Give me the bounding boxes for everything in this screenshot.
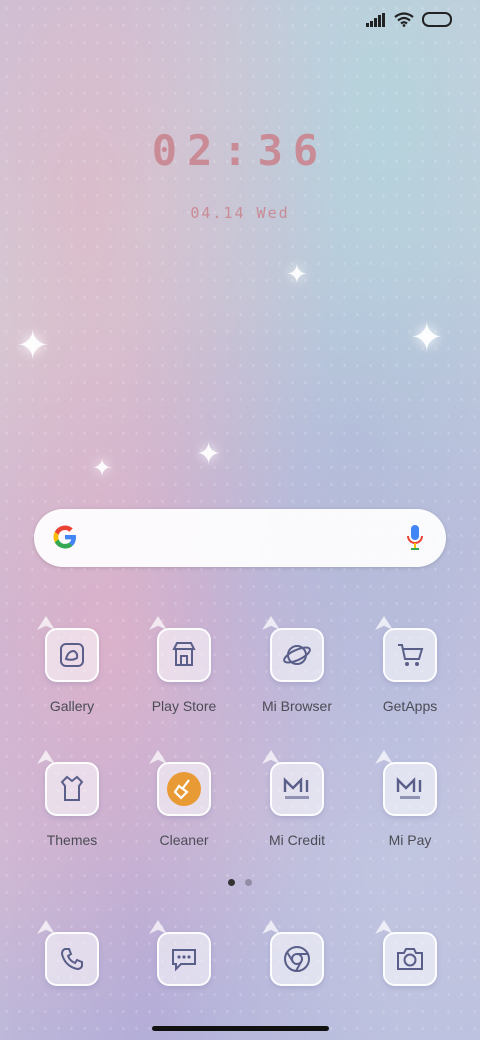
app-label: Mi Credit: [268, 832, 325, 848]
sparkle-icon: ✦: [16, 323, 50, 369]
google-g-icon: [53, 525, 76, 549]
sparkle-icon: ✦: [92, 454, 113, 482]
home-gesture-bar[interactable]: [152, 1026, 329, 1031]
app-mi-pay[interactable]: Mi Pay: [350, 762, 470, 848]
sparkle-icon: ✦: [286, 260, 308, 290]
page-indicator[interactable]: [0, 879, 480, 886]
dress-icon: [45, 762, 99, 816]
wifi-icon: [394, 12, 414, 27]
app-themes[interactable]: Themes: [12, 762, 132, 848]
app-cleaner[interactable]: Cleaner: [124, 762, 244, 848]
app-mi-browser[interactable]: Mi Browser: [237, 628, 357, 714]
app-label: GetApps: [382, 698, 438, 714]
page-dot-2[interactable]: [245, 879, 252, 886]
shopping-cart-icon: [383, 628, 437, 682]
app-label: Play Store: [151, 698, 217, 714]
clock-time[interactable]: 02:36: [0, 126, 480, 175]
signal-bars-icon: [366, 12, 385, 27]
camera-icon: [383, 932, 437, 986]
chrome-icon: [270, 932, 324, 986]
clock-date[interactable]: 04.14 Wed: [0, 204, 480, 222]
dock-phone[interactable]: [12, 932, 132, 986]
google-search-bar[interactable]: [34, 509, 446, 567]
mi-credit-icon: [270, 762, 324, 816]
dock-camera[interactable]: [350, 932, 470, 986]
messages-icon: [157, 932, 211, 986]
broom-icon: [157, 762, 211, 816]
mi-pay-icon: [383, 762, 437, 816]
app-gallery[interactable]: Gallery: [12, 628, 132, 714]
app-label: Mi Pay: [388, 832, 432, 848]
phone-icon: [45, 932, 99, 986]
sparkle-icon: ✦: [196, 437, 222, 472]
battery-icon: [422, 12, 452, 27]
app-play-store[interactable]: Play Store: [124, 628, 244, 714]
planet-icon: [270, 628, 324, 682]
dock-messages[interactable]: [124, 932, 244, 986]
dock-chrome[interactable]: [237, 932, 357, 986]
app-label: Cleaner: [159, 832, 209, 848]
app-getapps[interactable]: GetApps: [350, 628, 470, 714]
status-bar: [366, 12, 452, 27]
sparkle-icon: ✦: [410, 315, 444, 361]
page-dot-1[interactable]: [228, 879, 235, 886]
microphone-icon[interactable]: [406, 524, 424, 552]
gallery-icon: [45, 628, 99, 682]
app-label: Gallery: [49, 698, 95, 714]
play-store-icon: [157, 628, 211, 682]
app-label: Mi Browser: [261, 698, 332, 714]
app-mi-credit[interactable]: Mi Credit: [237, 762, 357, 848]
app-label: Themes: [46, 832, 98, 848]
